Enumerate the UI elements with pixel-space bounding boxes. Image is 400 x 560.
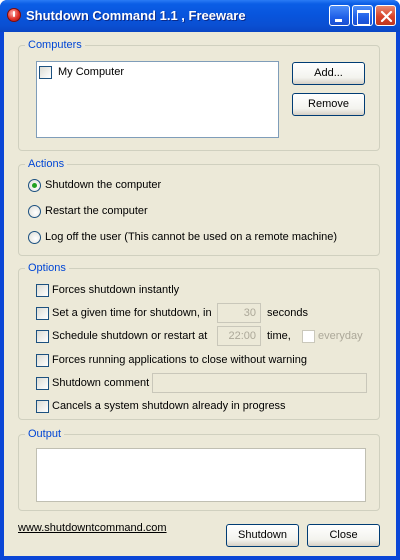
force-label: Forces shutdown instantly: [52, 284, 180, 296]
everyday-label: everyday: [318, 330, 363, 342]
shutdown-radio-row[interactable]: Shutdown the computer: [28, 178, 328, 194]
maximize-button[interactable]: [352, 5, 373, 26]
options-legend: Options: [25, 262, 69, 275]
schedule-time-field[interactable]: [217, 326, 261, 346]
logoff-radio-row[interactable]: Log off the user (This cannot be used on…: [28, 230, 368, 246]
output-group: Output: [18, 428, 380, 511]
add-computer-button[interactable]: Add...: [292, 62, 365, 85]
timed-seconds-field[interactable]: [217, 303, 261, 323]
everyday-option-row[interactable]: everyday: [302, 329, 372, 345]
timed-label: Set a given time for shutdown, in: [52, 307, 212, 319]
cancel-option-row[interactable]: Cancels a system shutdown already in pro…: [36, 399, 376, 415]
app-window: Shutdown Command 1.1 , Freeware Computer…: [0, 0, 400, 560]
force-apps-option-row[interactable]: Forces running applications to close wit…: [36, 353, 376, 369]
power-icon: [7, 8, 21, 22]
computers-legend: Computers: [25, 39, 85, 52]
force-option-row[interactable]: Forces shutdown instantly: [36, 283, 336, 299]
schedule-option-row[interactable]: Schedule shutdown or restart at: [36, 329, 216, 345]
timed-option-row[interactable]: Set a given time for shutdown, in: [36, 306, 216, 322]
options-group: Options Forces shutdown instantly Set a …: [18, 262, 380, 420]
comment-label: Shutdown comment: [52, 377, 150, 389]
close-button[interactable]: Close: [307, 524, 380, 547]
schedule-label: Schedule shutdown or restart at: [52, 330, 208, 342]
cancel-checkbox[interactable]: [36, 400, 49, 413]
list-item[interactable]: My Computer: [39, 65, 239, 81]
close-window-button[interactable]: [375, 5, 396, 26]
computers-group: Computers My Computer Add... Remove: [18, 39, 380, 151]
output-legend: Output: [25, 428, 65, 441]
comment-option-row[interactable]: Shutdown comment: [36, 376, 156, 392]
minimize-button[interactable]: [329, 5, 350, 26]
timed-checkbox[interactable]: [36, 307, 49, 320]
cancel-label: Cancels a system shutdown already in pro…: [52, 400, 286, 412]
shutdown-button[interactable]: Shutdown: [226, 524, 299, 547]
close-icon: [380, 10, 393, 23]
restart-radio[interactable]: [28, 205, 41, 218]
schedule-checkbox[interactable]: [36, 330, 49, 343]
actions-group: Actions Shutdown the computer Restart th…: [18, 158, 380, 256]
list-item-label: My Computer: [58, 66, 125, 78]
logoff-radio-label: Log off the user (This cannot be used on…: [45, 231, 338, 243]
schedule-unit-label: time,: [267, 330, 291, 342]
shutdown-radio[interactable]: [28, 179, 41, 192]
actions-legend: Actions: [25, 158, 68, 171]
restart-radio-row[interactable]: Restart the computer: [28, 204, 328, 220]
force-apps-checkbox[interactable]: [36, 354, 49, 367]
window-title: Shutdown Command 1.1 , Freeware: [26, 8, 246, 23]
timed-unit-label: seconds: [267, 307, 308, 319]
website-link[interactable]: www.shutdowntcommand.com: [18, 522, 167, 534]
comment-field[interactable]: [152, 373, 367, 393]
computers-list[interactable]: My Computer: [36, 61, 279, 138]
restart-radio-label: Restart the computer: [45, 205, 148, 217]
force-checkbox[interactable]: [36, 284, 49, 297]
window-client: Computers My Computer Add... Remove Acti…: [4, 32, 396, 556]
comment-checkbox[interactable]: [36, 377, 49, 390]
logoff-radio[interactable]: [28, 231, 41, 244]
title-bar[interactable]: Shutdown Command 1.1 , Freeware: [0, 0, 400, 32]
shutdown-radio-label: Shutdown the computer: [45, 179, 162, 191]
output-box[interactable]: [36, 448, 366, 502]
everyday-checkbox[interactable]: [302, 330, 315, 343]
my-computer-checkbox[interactable]: [39, 66, 52, 79]
remove-computer-button[interactable]: Remove: [292, 93, 365, 116]
force-apps-label: Forces running applications to close wit…: [52, 354, 307, 366]
